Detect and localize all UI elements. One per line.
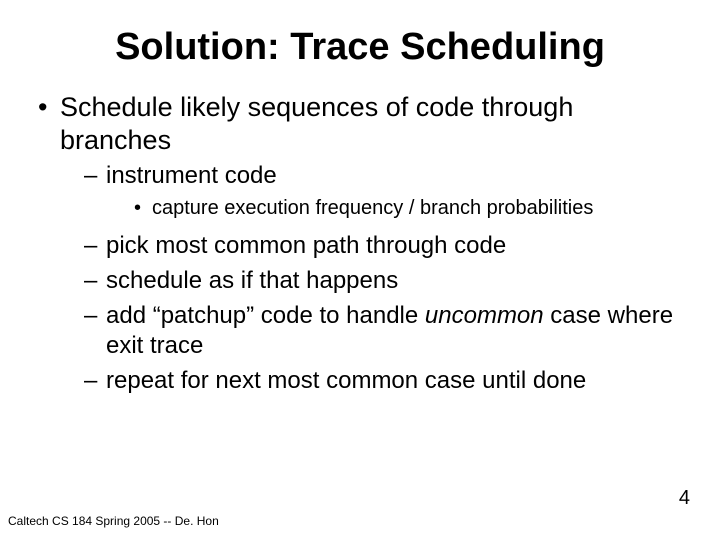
- bullet-list-level2: instrument code capture execution freque…: [84, 161, 686, 397]
- bullet-text: pick most common path through code: [106, 232, 506, 259]
- bullet-text: capture execution frequency / branch pro…: [152, 197, 593, 219]
- list-item: instrument code capture execution freque…: [84, 161, 686, 221]
- bullet-list-level3: capture execution frequency / branch pro…: [130, 196, 686, 222]
- bullet-text: instrument code: [106, 162, 277, 189]
- slide: Solution: Trace Scheduling Schedule like…: [0, 0, 720, 540]
- list-item: Schedule likely sequences of code throug…: [34, 91, 686, 397]
- list-item: pick most common path through code: [84, 231, 686, 262]
- list-item: add “patchup” code to handle uncommon ca…: [84, 301, 686, 362]
- bullet-list-level1: Schedule likely sequences of code throug…: [34, 91, 686, 397]
- bullet-text: Schedule likely sequences of code throug…: [60, 92, 573, 155]
- bullet-text: repeat for next most common case until d…: [106, 367, 586, 394]
- slide-title: Solution: Trace Scheduling: [34, 26, 686, 69]
- page-number: 4: [679, 487, 690, 510]
- list-item: capture execution frequency / branch pro…: [130, 196, 686, 222]
- list-item: repeat for next most common case until d…: [84, 366, 686, 397]
- bullet-text: schedule as if that happens: [106, 267, 398, 294]
- list-item: schedule as if that happens: [84, 266, 686, 297]
- bullet-text: add “patchup” code to handle: [106, 302, 425, 329]
- bullet-text-italic: uncommon: [425, 302, 544, 329]
- footer-text: Caltech CS 184 Spring 2005 -- De. Hon: [8, 514, 219, 528]
